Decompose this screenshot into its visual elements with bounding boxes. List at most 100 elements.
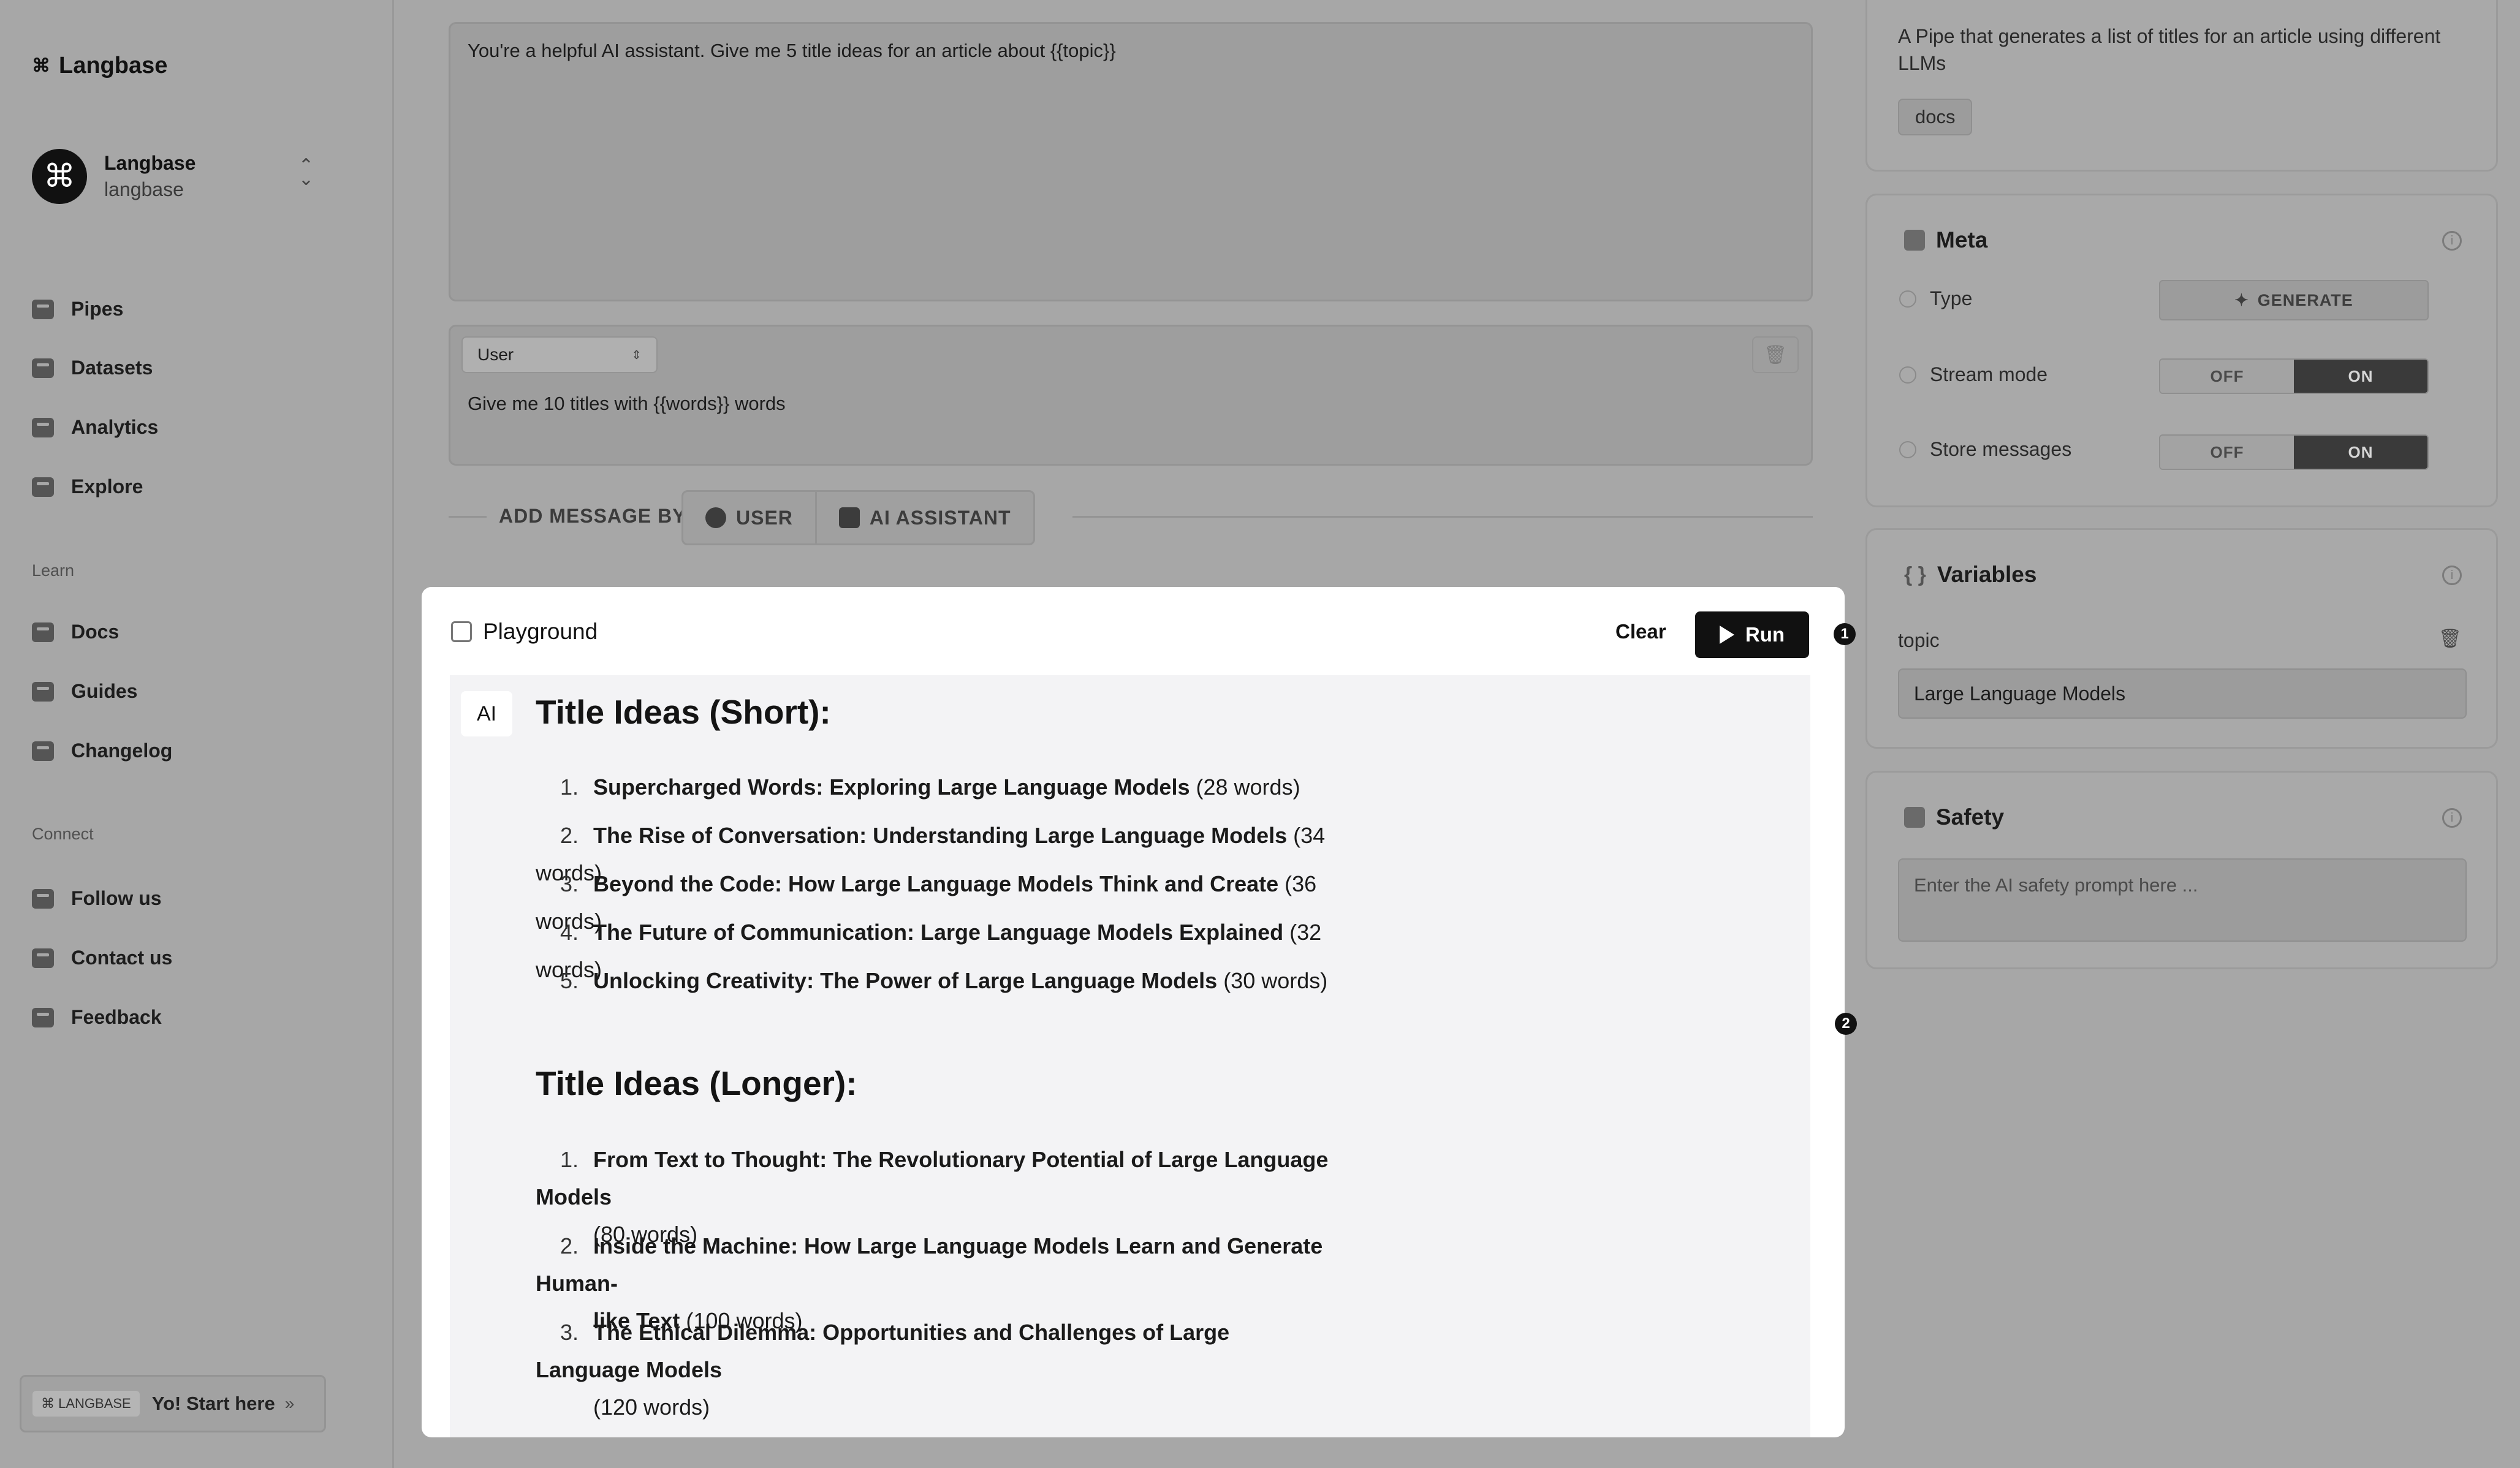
sliders-icon xyxy=(1904,230,1925,251)
sidebar-item-follow-us[interactable]: Follow us xyxy=(32,887,162,910)
org-avatar: ⌘ xyxy=(32,149,87,204)
sidebar-item-feedback[interactable]: Feedback xyxy=(32,1006,162,1029)
info-icon[interactable]: i xyxy=(2442,231,2462,251)
ai-avatar: AI xyxy=(461,691,512,736)
start-here-label: Yo! Start here xyxy=(151,1393,275,1414)
sidebar-item-label: Changelog xyxy=(71,740,173,762)
user-message-text[interactable]: Give me 10 titles with {{words}} words xyxy=(468,393,786,415)
about-card: A Pipe that generates a list of titles f… xyxy=(1865,0,2498,172)
variables-title: { } Variables xyxy=(1904,562,2036,588)
sidebar-item-label: Explore xyxy=(71,475,143,498)
pipes-icon xyxy=(32,299,54,319)
sidebar-item-explore[interactable]: Explore xyxy=(32,475,143,498)
type-generate-button[interactable]: ✦ GENERATE xyxy=(2159,280,2429,320)
store-off-option[interactable]: OFF xyxy=(2160,436,2294,469)
store-messages-toggle[interactable]: OFF ON xyxy=(2159,434,2429,470)
add-user-message-button[interactable]: USER xyxy=(683,492,815,543)
tag-badge[interactable]: docs xyxy=(1898,99,1973,135)
add-user-label: USER xyxy=(736,506,793,529)
guides-icon xyxy=(32,681,54,702)
safety-title-label: Safety xyxy=(1936,804,2005,830)
add-ai-message-button[interactable]: AI ASSISTANT xyxy=(814,492,1033,543)
message-role-select[interactable]: User ⇕ xyxy=(461,336,658,373)
sidebar-item-label: Contact us xyxy=(71,947,173,969)
store-on-option[interactable]: ON xyxy=(2294,436,2427,469)
sidebar-item-changelog[interactable]: Changelog xyxy=(32,740,172,762)
info-icon[interactable] xyxy=(1899,366,1916,384)
stream-mode-row: Stream mode xyxy=(1899,363,2048,386)
user-circle-icon xyxy=(705,507,726,528)
playground-icon xyxy=(451,621,472,642)
list-item: 5. Unlocking Creativity: The Power of Lar… xyxy=(560,968,1328,993)
playground-title: Playground xyxy=(451,619,598,645)
start-here-button[interactable]: ⌘ LANGBASE Yo! Start here » xyxy=(20,1375,326,1432)
stream-mode-toggle[interactable]: OFF ON xyxy=(2159,358,2429,394)
sidebar-item-docs[interactable]: Docs xyxy=(32,621,119,643)
org-switcher[interactable]: ⌘ Langbase langbase ⌃ ⌄ xyxy=(32,145,314,208)
sidebar: ⌘ Langbase ⌘ Langbase langbase ⌃ ⌄ Pipes … xyxy=(0,0,394,1468)
datasets-icon xyxy=(32,358,54,378)
system-prompt-textarea[interactable]: You're a helpful AI assistant. Give me 5… xyxy=(449,22,1813,301)
play-icon xyxy=(1719,626,1734,644)
brand-name: Langbase xyxy=(59,53,168,78)
store-messages-row: Store messages xyxy=(1899,438,2071,461)
add-ai-label: AI ASSISTANT xyxy=(869,506,1011,529)
sidebar-item-label: Datasets xyxy=(71,357,153,379)
sidebar-item-label: Follow us xyxy=(71,887,162,909)
sidebar-item-pipes[interactable]: Pipes xyxy=(32,298,123,320)
list-item: 3. The Ethical Dilemma: Opportunities and… xyxy=(536,1320,1230,1420)
callout-marker: 2 xyxy=(1835,1013,1857,1035)
sidebar-item-analytics[interactable]: Analytics xyxy=(32,416,158,439)
message-role-value: User xyxy=(477,345,514,364)
add-message-buttons: USER AI ASSISTANT xyxy=(681,490,1035,545)
user-message-card: User ⇕ 🗑 Give me 10 titles with {{words}… xyxy=(449,325,1813,466)
variable-name: topic xyxy=(1898,629,1940,651)
analytics-icon xyxy=(32,417,54,437)
sidebar-item-label: Pipes xyxy=(71,298,124,320)
info-icon[interactable]: i xyxy=(2442,808,2462,828)
changelog-icon xyxy=(32,741,54,761)
divider xyxy=(1072,516,1813,518)
callout-marker: 1 xyxy=(1834,623,1856,645)
info-icon[interactable]: i xyxy=(2442,566,2462,585)
playground-modal: Playground Clear Run AI Title Ideas (Sho… xyxy=(422,587,1845,1437)
contact-us-icon xyxy=(32,948,54,968)
langbase-logo-icon: ⌘ xyxy=(32,55,50,76)
explore-icon xyxy=(32,477,54,497)
meta-card: Meta i Type ✦ GENERATE Stream mode OFF O… xyxy=(1865,194,2498,507)
safety-card: Safety i Enter the AI safety prompt here… xyxy=(1865,771,2498,969)
safety-prompt-input[interactable]: Enter the AI safety prompt here ... xyxy=(1898,858,2467,942)
sidebar-item-guides[interactable]: Guides xyxy=(32,680,137,703)
info-icon[interactable] xyxy=(1899,290,1916,308)
heading-short: Title Ideas (Short): xyxy=(536,693,831,731)
sidebar-item-datasets[interactable]: Datasets xyxy=(32,357,153,379)
type-row: Type xyxy=(1899,287,1972,310)
variables-title-label: Variables xyxy=(1937,562,2037,587)
divider xyxy=(449,516,487,518)
langbase-badge: ⌘ LANGBASE xyxy=(32,1391,140,1417)
braces-icon: { } xyxy=(1904,562,1926,586)
sparkle-icon: ✦ xyxy=(2234,290,2249,309)
clear-button[interactable]: Clear xyxy=(1615,620,1666,643)
pipe-description: A Pipe that generates a list of titles f… xyxy=(1898,25,2441,74)
org-slug: langbase xyxy=(104,178,184,200)
feedback-icon xyxy=(32,1007,54,1027)
stream-on-option[interactable]: ON xyxy=(2294,360,2427,393)
trash-icon[interactable]: 🗑 xyxy=(2438,628,2462,649)
type-value: GENERATE xyxy=(2257,290,2353,309)
sidebar-item-contact-us[interactable]: Contact us xyxy=(32,947,172,969)
shield-icon xyxy=(1904,807,1925,828)
delete-message-button[interactable]: 🗑 xyxy=(1752,336,1799,373)
system-prompt-text: You're a helpful AI assistant. Give me 5… xyxy=(468,40,1116,61)
info-icon[interactable] xyxy=(1899,441,1916,458)
sidebar-item-label: Guides xyxy=(71,680,138,702)
variable-value-input[interactable]: Large Language Models xyxy=(1898,668,2467,719)
trash-icon: 🗑 xyxy=(1763,344,1788,365)
stream-off-option[interactable]: OFF xyxy=(2160,360,2294,393)
brand-logo[interactable]: ⌘ Langbase xyxy=(32,53,167,79)
store-messages-label: Store messages xyxy=(1930,438,2072,460)
list-item: 1. Supercharged Words: Exploring Large La… xyxy=(560,774,1300,800)
run-button[interactable]: Run xyxy=(1695,611,1809,658)
org-name: Langbase xyxy=(104,152,196,174)
chevron-up-down-icon[interactable]: ⌃ ⌄ xyxy=(298,157,314,189)
